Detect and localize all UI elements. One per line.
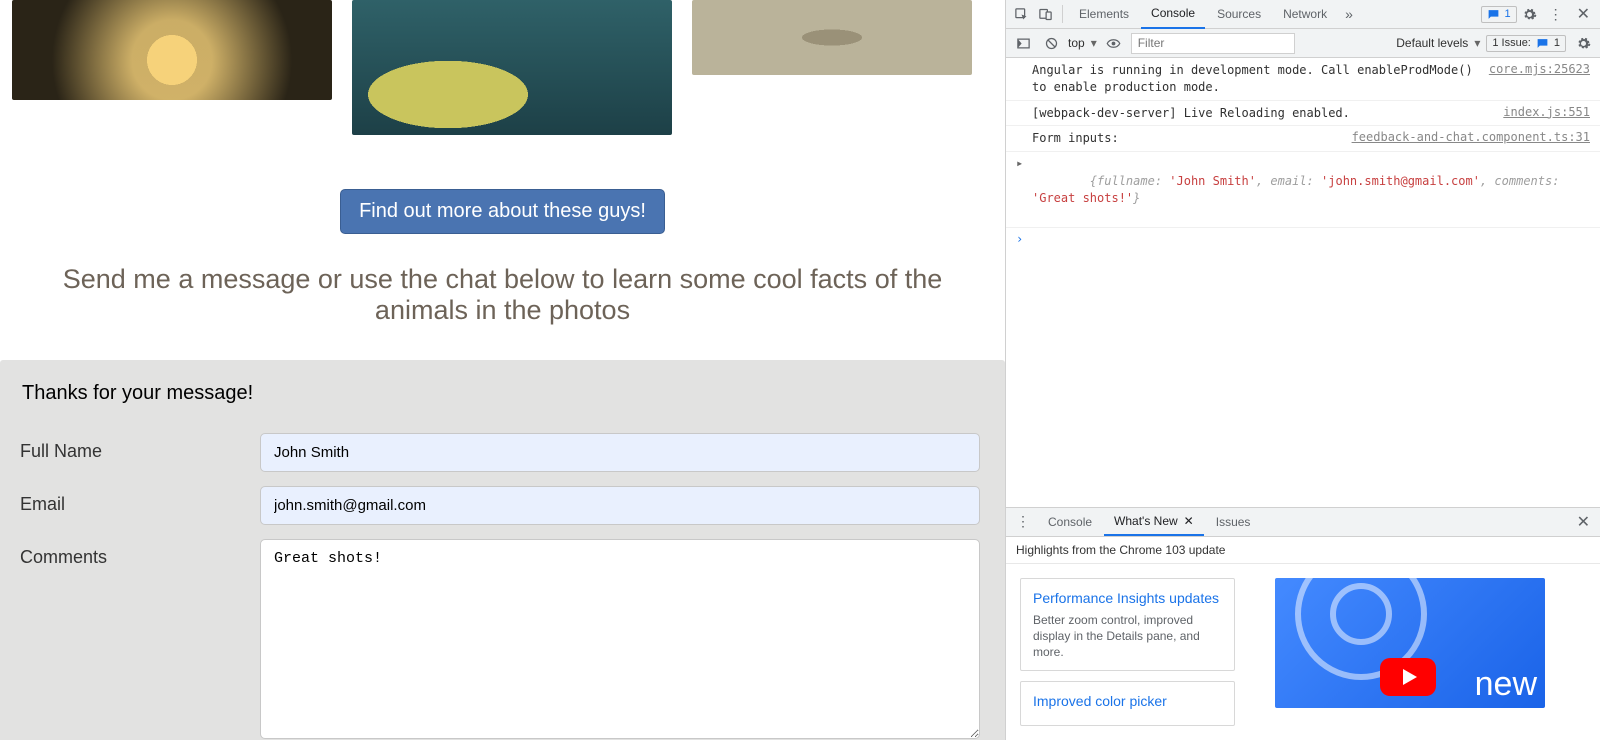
whatsnew-video[interactable]: new xyxy=(1275,578,1545,708)
close-drawer-icon[interactable]: ✕ xyxy=(1571,512,1596,532)
comments-textarea[interactable] xyxy=(260,539,980,739)
tab-console[interactable]: Console xyxy=(1141,0,1205,29)
issues-label: 1 Issue: xyxy=(1492,37,1531,49)
console-output: Angular is running in development mode. … xyxy=(1006,58,1600,250)
inspect-icon[interactable] xyxy=(1010,3,1032,25)
live-expression-icon[interactable] xyxy=(1103,32,1125,54)
kebab-icon[interactable]: ⋮ xyxy=(1543,6,1569,23)
issues-pill[interactable]: 1 Issue: 1 xyxy=(1486,35,1566,52)
thanks-message: Thanks for your message! xyxy=(22,382,985,405)
tab-sources[interactable]: Sources xyxy=(1207,1,1271,28)
log-line[interactable]: Form inputs: feedback-and-chat.component… xyxy=(1006,126,1600,152)
sidebar-toggle-icon[interactable] xyxy=(1012,32,1034,54)
comments-label: Comments xyxy=(20,539,260,568)
card-desc: Better zoom control, improved display in… xyxy=(1033,612,1222,661)
context-selector[interactable]: top xyxy=(1068,36,1097,50)
photo-row xyxy=(0,0,1005,135)
tab-elements[interactable]: Elements xyxy=(1069,1,1139,28)
log-object-body: {fullname: 'John Smith', email: 'john.sm… xyxy=(1032,156,1590,223)
whatsnew-cards: Performance Insights updates Better zoom… xyxy=(1020,578,1235,726)
close-tab-icon[interactable]: ✕ xyxy=(1184,514,1194,528)
log-source-link[interactable]: feedback-and-chat.component.ts:31 xyxy=(1352,130,1590,144)
drawer-tab-label: What's New xyxy=(1114,514,1178,528)
issues-count: 1 xyxy=(1554,37,1560,49)
drawer-tab-whatsnew[interactable]: What's New ✕ xyxy=(1104,507,1204,536)
fullname-label: Full Name xyxy=(20,433,260,462)
expand-caret-icon[interactable]: ▸ xyxy=(1016,156,1026,170)
divider xyxy=(1062,5,1063,23)
drawer-tab-console[interactable]: Console xyxy=(1038,508,1102,535)
log-source-link[interactable]: index.js:551 xyxy=(1503,105,1590,119)
log-line[interactable]: [webpack-dev-server] Live Reloading enab… xyxy=(1006,101,1600,127)
clear-console-icon[interactable] xyxy=(1040,32,1062,54)
filter-input[interactable]: Filter xyxy=(1131,33,1295,54)
email-input[interactable] xyxy=(260,486,980,525)
log-source-link[interactable]: core.mjs:25623 xyxy=(1489,62,1590,76)
email-label: Email xyxy=(20,486,260,515)
app-page: Find out more about these guys! Send me … xyxy=(0,0,1005,740)
photo-3 xyxy=(692,0,972,75)
find-out-more-button[interactable]: Find out more about these guys! xyxy=(340,189,665,234)
message-count-badge[interactable]: 1 xyxy=(1481,6,1516,23)
page-subheading: Send me a message or use the chat below … xyxy=(18,264,987,326)
drawer-tabbar: ⋮ Console What's New ✕ Issues ✕ xyxy=(1006,508,1600,537)
log-message: Angular is running in development mode. … xyxy=(1032,62,1475,96)
settings-icon[interactable] xyxy=(1519,3,1541,25)
play-icon xyxy=(1380,658,1436,696)
log-levels-selector[interactable]: Default levels xyxy=(1396,36,1480,50)
tab-network[interactable]: Network xyxy=(1273,1,1337,28)
feedback-form: Thanks for your message! Full Name Email… xyxy=(0,360,1005,740)
console-toolbar: top Filter Default levels 1 Issue: 1 xyxy=(1006,29,1600,58)
drawer-tab-issues[interactable]: Issues xyxy=(1206,508,1261,535)
tabs-overflow-icon[interactable]: » xyxy=(1339,6,1359,22)
whatsnew-card[interactable]: Improved color picker xyxy=(1020,681,1235,726)
photo-2 xyxy=(352,0,672,135)
console-prompt[interactable]: › xyxy=(1006,228,1600,250)
close-devtools-icon[interactable]: ✕ xyxy=(1571,4,1596,24)
drawer-title: Highlights from the Chrome 103 update xyxy=(1006,537,1600,564)
log-object[interactable]: ▸ {fullname: 'John Smith', email: 'john.… xyxy=(1006,152,1600,228)
device-toggle-icon[interactable] xyxy=(1034,3,1056,25)
log-line[interactable]: Angular is running in development mode. … xyxy=(1006,58,1600,101)
card-title: Performance Insights updates xyxy=(1033,589,1222,608)
promo-text: new xyxy=(1475,665,1537,704)
message-count: 1 xyxy=(1504,8,1510,20)
card-title: Improved color picker xyxy=(1033,692,1222,711)
log-message: [webpack-dev-server] Live Reloading enab… xyxy=(1032,105,1489,122)
devtools-drawer: ⋮ Console What's New ✕ Issues ✕ Highligh… xyxy=(1006,507,1600,740)
photo-1 xyxy=(12,0,332,100)
devtools-panel: Elements Console Sources Network » 1 ⋮ ✕… xyxy=(1005,0,1600,740)
whatsnew-card[interactable]: Performance Insights updates Better zoom… xyxy=(1020,578,1235,671)
log-message: Form inputs: xyxy=(1032,130,1338,147)
devtools-tabbar: Elements Console Sources Network » 1 ⋮ ✕ xyxy=(1006,0,1600,29)
drawer-kebab-icon[interactable]: ⋮ xyxy=(1010,513,1036,530)
fullname-input[interactable] xyxy=(260,433,980,472)
console-settings-icon[interactable] xyxy=(1572,32,1594,54)
